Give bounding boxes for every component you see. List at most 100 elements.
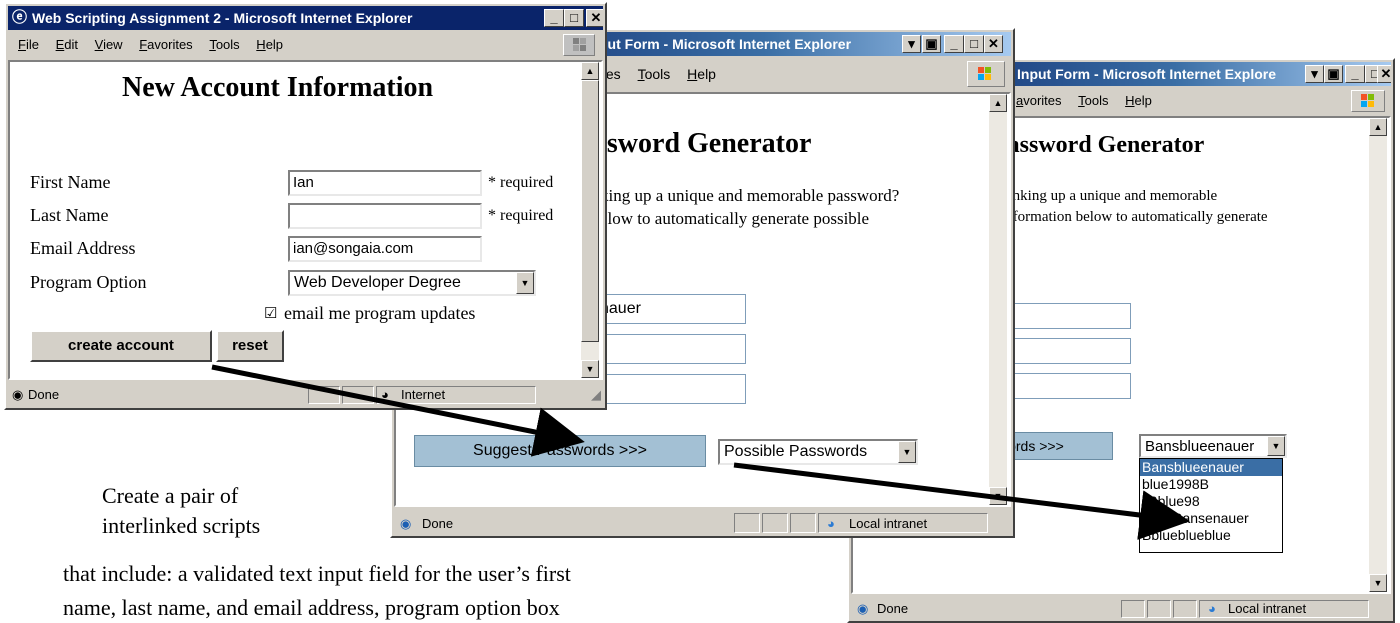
last-name-input[interactable] bbox=[596, 334, 746, 364]
suggest-passwords-button[interactable]: Suggest Passwords >>> bbox=[414, 435, 706, 467]
zone-text: Local intranet bbox=[1228, 601, 1307, 616]
zone-cell: ◕ Internet bbox=[376, 386, 536, 404]
menu-item-edit[interactable]: Edit bbox=[56, 32, 78, 58]
reset-button[interactable]: reset bbox=[216, 330, 284, 362]
list-item[interactable]: Bansblueenauer bbox=[1140, 459, 1282, 476]
globe-icon: ◕ bbox=[1208, 601, 1216, 616]
first-name-label: First Name bbox=[30, 172, 111, 192]
list-item[interactable]: 19blue98 bbox=[1140, 493, 1282, 510]
possible-passwords-select[interactable]: Bansblueenauer ▼ bbox=[1139, 434, 1287, 458]
menu-item-help[interactable]: Help bbox=[687, 58, 716, 90]
zone-cell: ◕ Local intranet bbox=[1199, 600, 1369, 618]
menu-item-file[interactable]: File bbox=[18, 32, 39, 58]
chevron-down-icon[interactable]: ▼ bbox=[516, 272, 534, 294]
menu-item-view[interactable]: View bbox=[95, 32, 123, 58]
status-text: Done bbox=[877, 601, 909, 616]
first-name-input[interactable]: nauer bbox=[596, 294, 746, 324]
select-value: Possible Passwords bbox=[724, 443, 868, 460]
possible-passwords-select[interactable]: Possible Passwords ▼ bbox=[718, 439, 918, 465]
maximize-button[interactable]: □ bbox=[564, 9, 584, 27]
ie-logo-icon: ⓔ bbox=[12, 9, 28, 26]
window-titlebar[interactable]: ⓔ Web Scripting Assignment 2 - Microsoft… bbox=[8, 6, 603, 30]
intro-text-line1: hinking up a unique and memorable bbox=[1001, 188, 1218, 204]
list-item[interactable]: 1991Bansenauer bbox=[1140, 510, 1282, 527]
zone-cell: ◕ Local intranet bbox=[818, 513, 988, 533]
close-button[interactable]: ✕ bbox=[586, 9, 603, 27]
scrollbar-thumb[interactable] bbox=[581, 80, 599, 342]
select-value: Web Developer Degree bbox=[294, 274, 461, 291]
restore-icon[interactable]: ▾ bbox=[902, 35, 921, 53]
list-item[interactable]: blue1998B bbox=[1140, 476, 1282, 493]
intro-text-line2: elow to automatically generate possible bbox=[600, 209, 870, 228]
caption-line4: name, last name, and email address, prog… bbox=[63, 595, 560, 620]
menu-item-favorites[interactable]: Favorites bbox=[139, 32, 192, 58]
window-title: put Form - Microsoft Internet Explorer bbox=[599, 36, 852, 52]
first-name-input[interactable]: Ian bbox=[288, 170, 482, 196]
program-option-label: Program Option bbox=[30, 272, 147, 292]
email-input[interactable]: ian@songaia.com bbox=[288, 236, 482, 262]
page-heading: New Account Information bbox=[122, 72, 434, 103]
intro-text-line2: information below to automatically gener… bbox=[1001, 209, 1268, 225]
windows-logo-icon bbox=[1351, 90, 1385, 112]
scroll-up-arrow-icon[interactable]: ▲ bbox=[1369, 118, 1387, 136]
status-cell bbox=[308, 386, 340, 404]
ie-page-icon: ◉ bbox=[400, 516, 412, 531]
scroll-up-arrow-icon[interactable]: ▲ bbox=[581, 62, 599, 80]
scroll-down-arrow-icon[interactable]: ▼ bbox=[581, 360, 599, 378]
minimize-button[interactable]: _ bbox=[944, 35, 964, 53]
ie-page-icon: ◉ bbox=[857, 601, 869, 616]
vertical-scrollbar[interactable]: ▲ ▼ bbox=[1369, 118, 1387, 592]
close-button[interactable]: ✕ bbox=[984, 35, 1003, 53]
status-cell bbox=[762, 513, 788, 533]
email-label: Email Address bbox=[30, 238, 136, 258]
caption-line3: that include: a validated text input fie… bbox=[63, 561, 571, 586]
status-cell bbox=[342, 386, 374, 404]
window-icon[interactable]: ▣ bbox=[1324, 65, 1343, 83]
first-name-required-note: * required bbox=[488, 174, 554, 191]
birth-year-input[interactable] bbox=[596, 374, 746, 404]
close-button[interactable]: ✕ bbox=[1377, 65, 1391, 83]
email-updates-label: email me program updates bbox=[284, 303, 476, 323]
menu-item-favorites[interactable]: avorites bbox=[1016, 88, 1062, 114]
ie-page-icon: ◉ bbox=[12, 387, 24, 402]
list-item[interactable]: Bblueblueblue bbox=[1140, 527, 1282, 544]
caption-line2: interlinked scripts bbox=[102, 513, 261, 538]
status-cell bbox=[734, 513, 760, 533]
status-text: Done bbox=[28, 387, 60, 402]
page-content: New Account Information First Name Ian *… bbox=[8, 60, 603, 380]
windows-logo-icon bbox=[563, 34, 595, 56]
status-cell bbox=[1173, 600, 1197, 618]
globe-icon: ◕ bbox=[381, 387, 389, 402]
passwords-dropdown-list[interactable]: Bansblueenauer blue1998B 19blue98 1991Ba… bbox=[1139, 458, 1283, 553]
program-option-select[interactable]: Web Developer Degree ▼ bbox=[288, 270, 536, 296]
windows-logo-icon bbox=[967, 61, 1005, 87]
menu-item-tools[interactable]: Tools bbox=[638, 58, 671, 90]
vertical-scrollbar[interactable]: ▲ ▼ bbox=[989, 94, 1007, 505]
status-cell bbox=[790, 513, 816, 533]
chevron-down-icon[interactable]: ▼ bbox=[898, 441, 916, 463]
last-name-input[interactable] bbox=[288, 203, 482, 229]
page-heading: Password Generator bbox=[993, 132, 1205, 158]
email-updates-checkbox[interactable]: ☑ bbox=[264, 304, 277, 322]
create-account-button[interactable]: create account bbox=[30, 330, 212, 362]
menu-item-help[interactable]: Help bbox=[1125, 88, 1152, 114]
browser-window-left: ⓔ Web Scripting Assignment 2 - Microsoft… bbox=[4, 2, 607, 410]
maximize-button[interactable]: □ bbox=[964, 35, 984, 53]
vertical-scrollbar[interactable]: ▲ ▼ bbox=[581, 62, 599, 378]
resize-grip-icon[interactable]: ◢ bbox=[591, 384, 601, 406]
menu-item-tools[interactable]: Tools bbox=[1078, 88, 1108, 114]
minimize-button[interactable]: _ bbox=[544, 9, 564, 27]
status-bar: ◉ Done ◕ Local intranet bbox=[851, 598, 1391, 620]
chevron-down-icon[interactable]: ▼ bbox=[1267, 436, 1285, 456]
restore-icon[interactable]: ▾ bbox=[1305, 65, 1324, 83]
window-icon[interactable]: ▣ bbox=[922, 35, 941, 53]
scroll-down-arrow-icon[interactable]: ▼ bbox=[1369, 574, 1387, 592]
last-name-label: Last Name bbox=[30, 205, 109, 225]
menu-item-tools[interactable]: Tools bbox=[209, 32, 239, 58]
status-cell bbox=[1121, 600, 1145, 618]
scroll-down-arrow-icon[interactable]: ▼ bbox=[989, 487, 1007, 505]
menu-item-help[interactable]: Help bbox=[256, 32, 283, 58]
last-name-required-note: * required bbox=[488, 207, 554, 224]
scroll-up-arrow-icon[interactable]: ▲ bbox=[989, 94, 1007, 112]
minimize-button[interactable]: _ bbox=[1345, 65, 1365, 83]
